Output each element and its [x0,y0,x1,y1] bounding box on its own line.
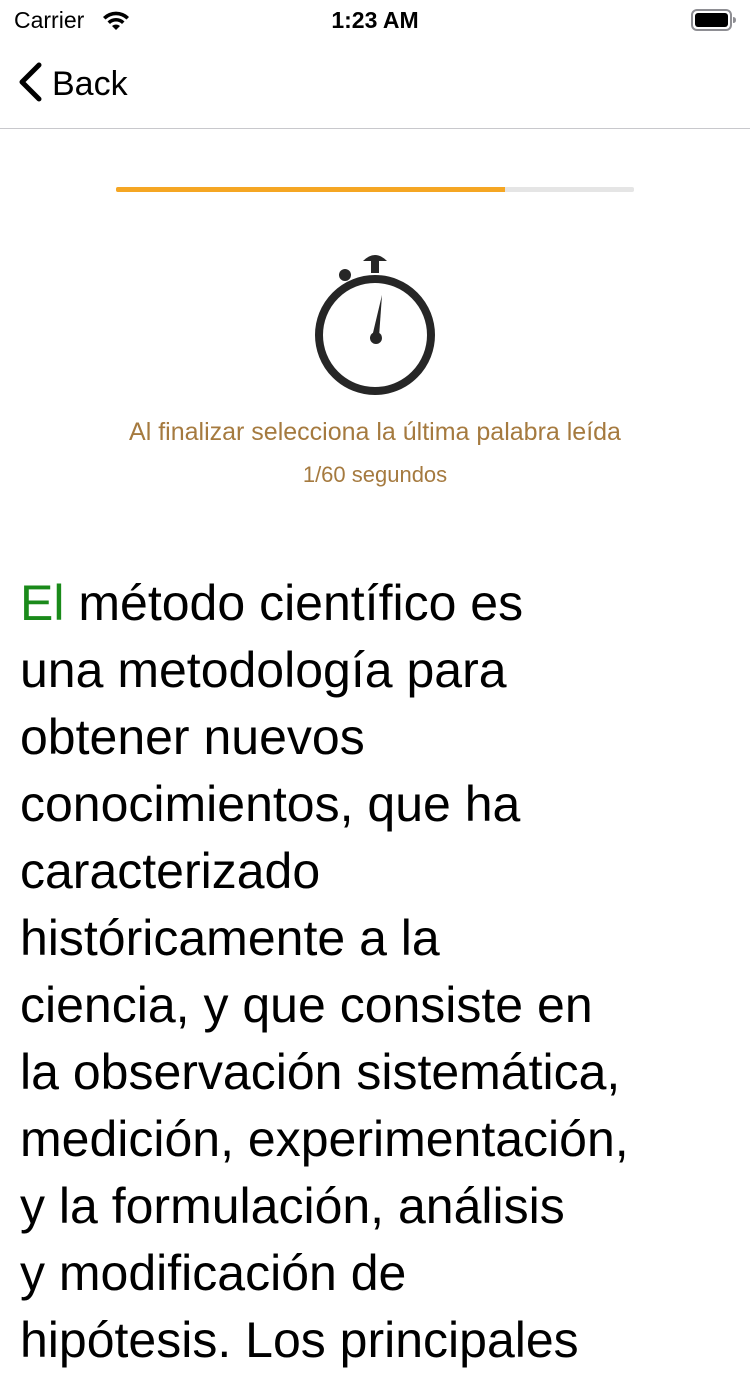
status-bar: Carrier 1:23 AM [0,0,750,40]
reading-progress-fill [116,187,505,192]
reading-word[interactable]: consiste [340,977,523,1033]
reading-line: una metodología para [20,637,732,704]
reading-word[interactable]: y [203,977,228,1033]
back-button[interactable]: Back [14,62,128,106]
reading-line: ciencia, y que consiste en [20,972,732,1039]
reading-line: medición, experimentación, [20,1106,732,1173]
reading-word[interactable]: la [20,1044,59,1100]
reading-word[interactable]: para [406,642,506,698]
reading-word[interactable]: a [359,910,387,966]
reading-line: obtener nuevos [20,704,732,771]
reading-word[interactable]: caracterizado [20,843,320,899]
reading-word[interactable]: medición, [20,1111,234,1167]
reading-word[interactable]: obtener [20,709,190,765]
reading-passage: El método científico es una metodología p… [20,570,732,1374]
reading-word[interactable]: una [20,642,103,698]
reading-word[interactable]: método [78,575,245,631]
instruction-text: Al finalizar selecciona la última palabr… [129,418,621,446]
clock: 1:23 AM [331,7,419,33]
reading-word[interactable]: observación [73,1044,343,1100]
reading-word[interactable]: ha [465,776,521,832]
battery-icon [691,8,737,32]
reading-line: caracterizado [20,838,732,905]
reading-word[interactable]: El [20,575,64,631]
reading-progress-bar [116,187,634,192]
reading-word[interactable]: y [20,1245,45,1301]
reading-word[interactable]: es [470,575,523,631]
reading-word[interactable]: la [401,910,440,966]
reading-word[interactable]: de [351,1245,407,1301]
reading-word[interactable]: que [367,776,450,832]
reading-word[interactable]: ciencia, [20,977,190,1033]
reading-line: y la formulación, análisis [20,1173,732,1240]
reading-word[interactable]: la [59,1178,98,1234]
reading-line: hipótesis. Los principales [20,1307,732,1374]
reading-word[interactable]: Los [245,1312,326,1368]
reading-line: conocimientos, que ha [20,771,732,838]
reading-word[interactable]: formulación, [112,1178,384,1234]
reading-word[interactable]: científico [259,575,456,631]
reading-line: históricamente a la [20,905,732,972]
reading-line: la observación sistemática, [20,1039,732,1106]
reading-word[interactable]: modificación [59,1245,337,1301]
reading-word[interactable]: principales [340,1312,579,1368]
reading-word[interactable]: metodología [117,642,392,698]
reading-word[interactable]: nuevos [204,709,365,765]
reading-word[interactable]: análisis [398,1178,565,1234]
reading-word[interactable]: sistemática, [356,1044,620,1100]
reading-line: El método científico es [20,570,732,637]
back-label: Back [52,64,128,103]
navigation-bar: Back [0,40,750,129]
reading-word[interactable]: experimentación, [248,1111,629,1167]
reading-word[interactable]: que [242,977,325,1033]
reading-word[interactable]: históricamente [20,910,345,966]
stopwatch-icon [305,247,445,397]
reading-word[interactable]: conocimientos, [20,776,354,832]
timer-text: 1/60 segundos [302,462,448,487]
reading-line: y modificación de [20,1240,732,1307]
reading-word[interactable]: en [537,977,593,1033]
reading-word[interactable]: hipótesis. [20,1312,231,1368]
reading-word[interactable]: y [20,1178,45,1234]
chevron-left-icon [14,60,44,109]
